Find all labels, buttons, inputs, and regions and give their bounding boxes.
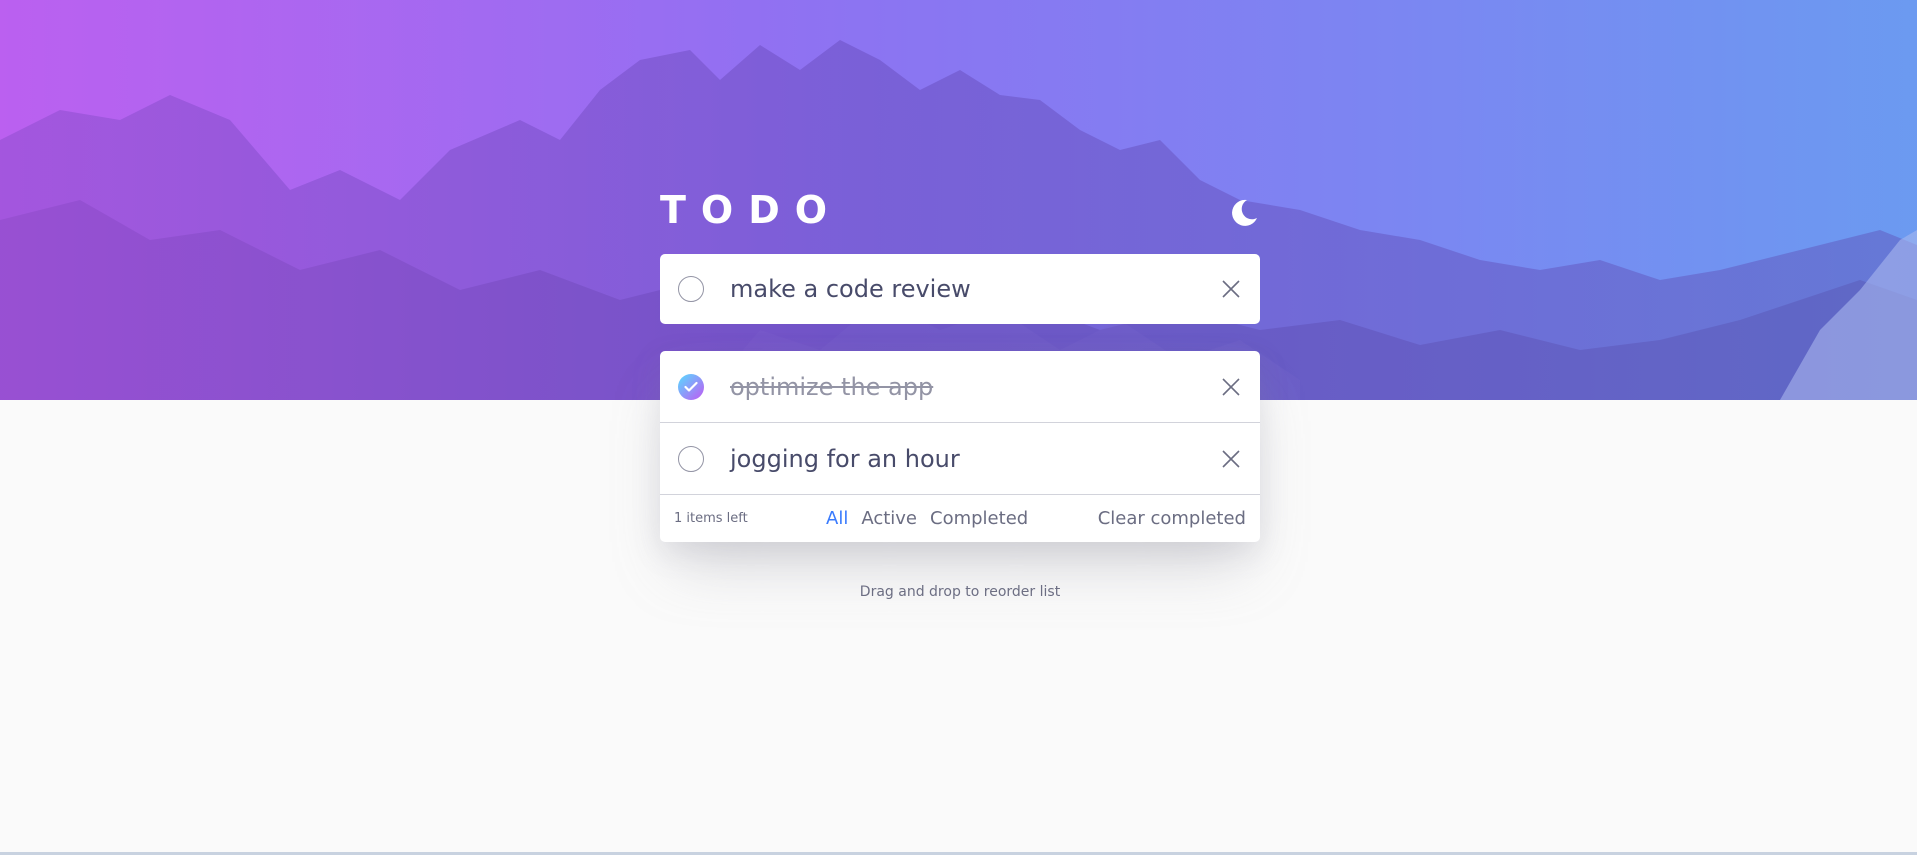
filter-active[interactable]: Active bbox=[861, 508, 917, 529]
new-todo-input[interactable]: make a code review bbox=[660, 254, 1260, 324]
app-title: TODO bbox=[660, 188, 843, 232]
reorder-hint: Drag and drop to reorder list bbox=[859, 584, 1061, 600]
new-todo-text[interactable]: make a code review bbox=[730, 275, 1220, 303]
filter-completed[interactable]: Completed bbox=[930, 508, 1028, 529]
new-todo-circle[interactable] bbox=[678, 276, 704, 302]
check-icon bbox=[684, 381, 698, 392]
checkbox-checked[interactable] bbox=[678, 373, 704, 400]
todo-item[interactable]: optimize the app bbox=[660, 351, 1260, 423]
list-footer: 1 items left All Active Completed Clear … bbox=[660, 495, 1260, 542]
checkbox[interactable] bbox=[678, 445, 704, 472]
todo-list: optimize the app jogging for an hour 1 i… bbox=[660, 351, 1260, 542]
clear-completed-button[interactable]: Clear completed bbox=[1098, 495, 1246, 542]
todo-app: TODO make a code review optimize the app bbox=[660, 180, 1260, 600]
close-icon[interactable] bbox=[1220, 278, 1242, 300]
filter-all[interactable]: All bbox=[826, 508, 848, 529]
todo-item[interactable]: jogging for an hour bbox=[660, 423, 1260, 495]
todo-text: jogging for an hour bbox=[730, 444, 960, 473]
close-icon[interactable] bbox=[1220, 448, 1242, 470]
todo-text: optimize the app bbox=[730, 372, 934, 401]
app-header: TODO bbox=[660, 180, 1260, 250]
items-left-count: 1 items left bbox=[674, 511, 748, 526]
close-icon[interactable] bbox=[1220, 376, 1242, 398]
theme-toggle-button[interactable] bbox=[1226, 195, 1260, 229]
moon-icon bbox=[1232, 199, 1257, 226]
filter-group: All Active Completed bbox=[826, 495, 1028, 542]
